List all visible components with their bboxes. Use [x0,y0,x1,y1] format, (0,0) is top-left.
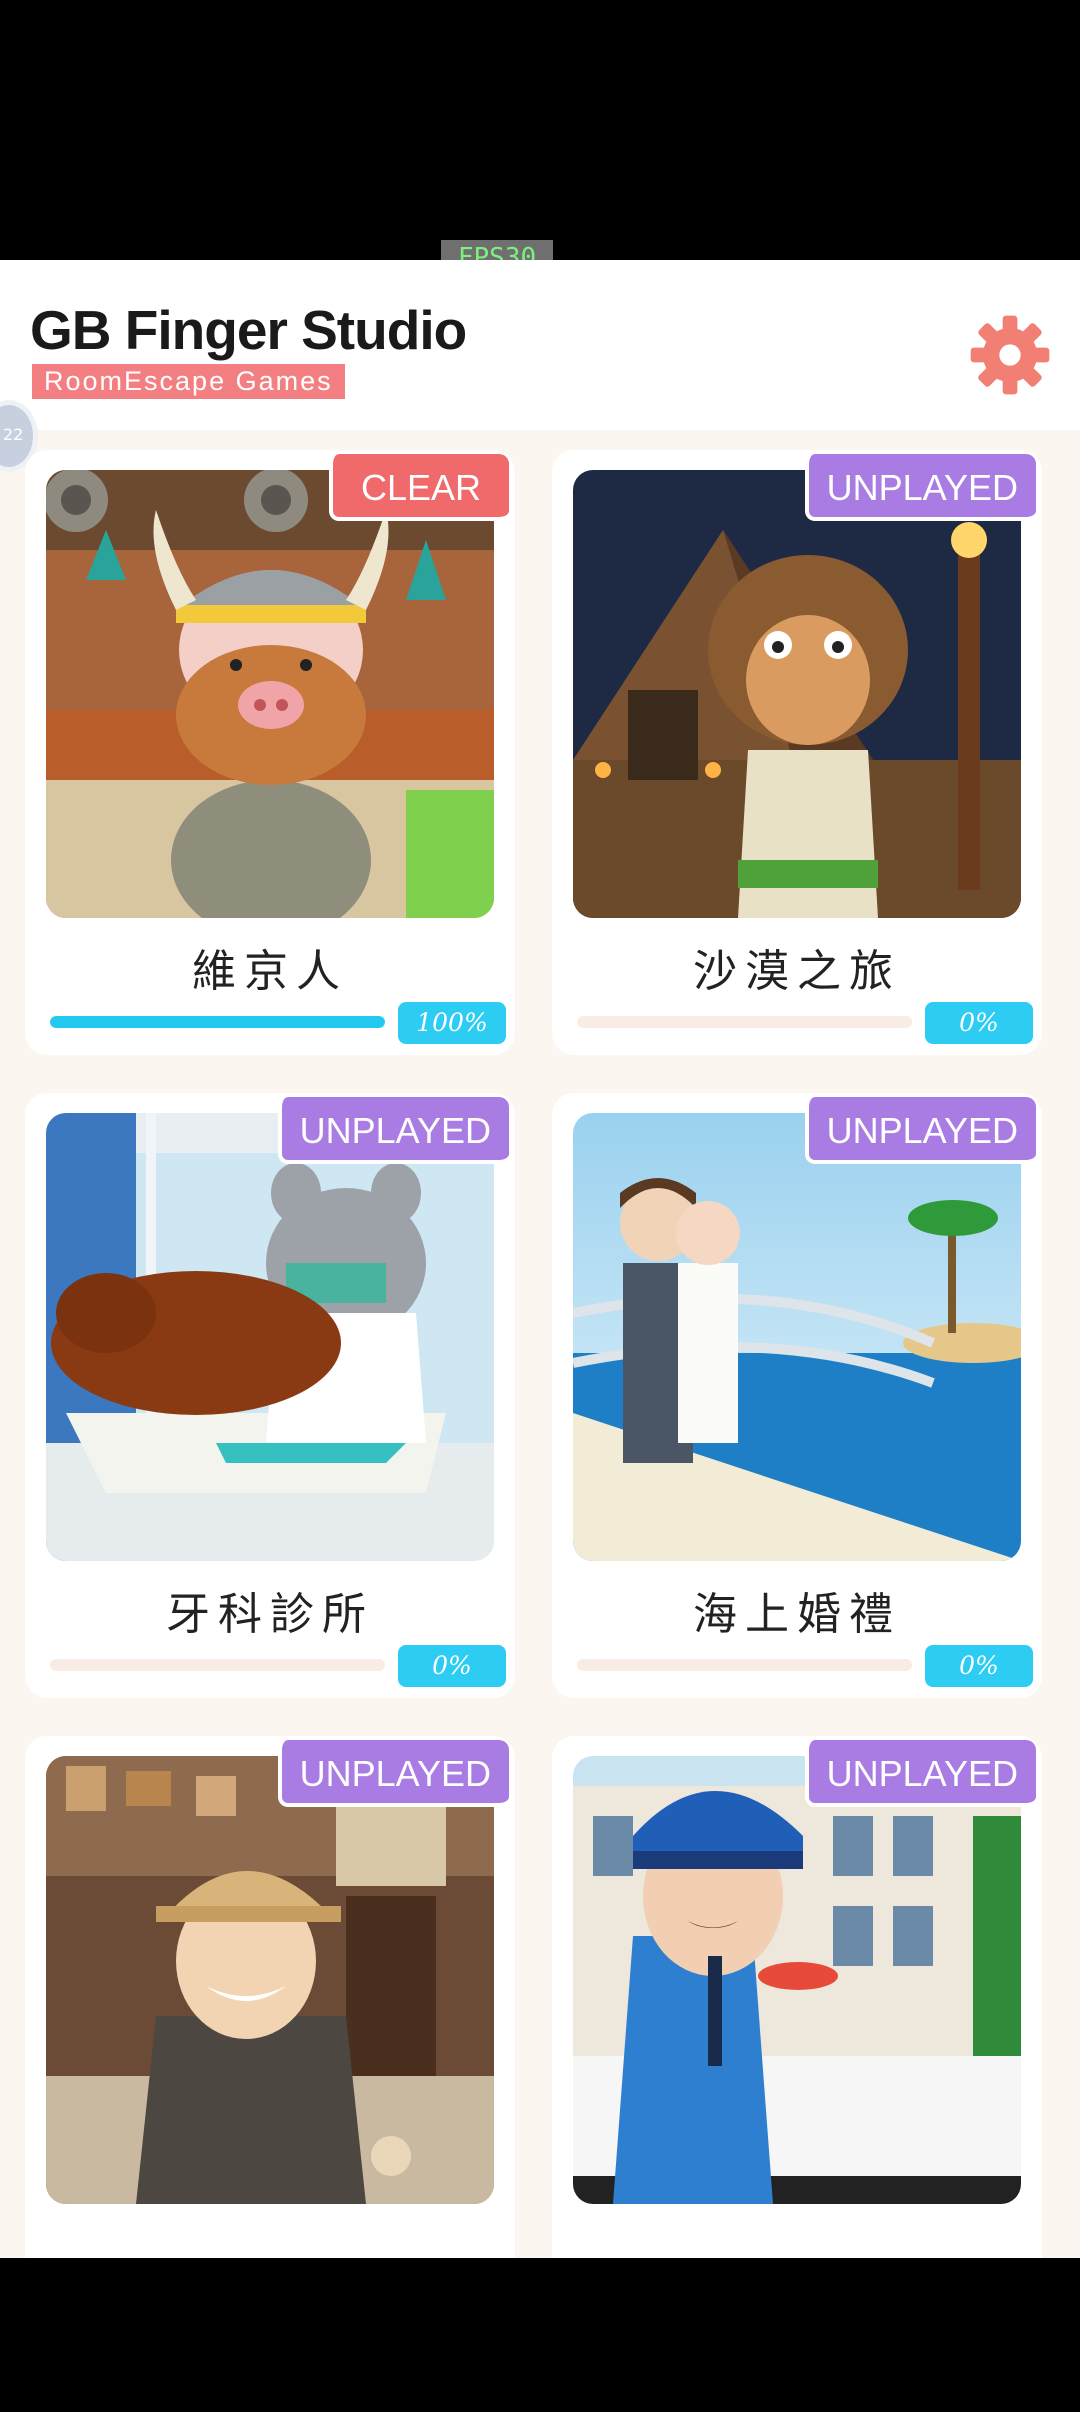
game-title: 海上婚禮 [693,1589,901,1640]
progress-percent: 0% [925,1002,1033,1044]
game-card-sea-wedding[interactable]: UNPLAYED 海上婚禮 0% [552,1093,1042,1698]
progress-fill [50,1016,385,1028]
game-thumbnail [46,1113,494,1561]
status-badge: CLEAR [329,454,509,521]
game-thumbnail [573,1113,1021,1561]
settings-button[interactable] [969,314,1051,396]
progress-bar [50,1659,385,1671]
studio-subtitle: RoomEscape Games [32,364,345,399]
game-title: 沙漠之旅 [693,946,901,997]
game-card-viking[interactable]: CLEAR 維京人 100% [25,450,515,1055]
game-thumbnail [46,1756,494,2204]
game-thumbnail [573,1756,1021,2204]
game-thumbnail [573,470,1021,918]
game-card-dental[interactable]: UNPLAYED 牙科診所 0% [25,1093,515,1698]
progress-percent: 0% [925,1645,1033,1687]
progress-bar [577,1016,912,1028]
status-badge: UNPLAYED [277,1740,509,1807]
status-badge: UNPLAYED [277,1097,509,1164]
status-badge: UNPLAYED [804,1740,1036,1807]
game-title: 維京人 [192,946,348,997]
game-card-detective[interactable]: UNPLAYED [25,1736,515,2258]
progress-percent: 0% [398,1645,506,1687]
progress-bar [577,1659,912,1671]
status-badge: UNPLAYED [804,1097,1036,1164]
game-card-desert[interactable]: UNPLAYED 沙漠之旅 0% [552,450,1042,1055]
gear-icon [970,315,1050,395]
status-badge: UNPLAYED [804,454,1036,521]
game-title: 牙科診所 [166,1589,374,1640]
game-card-police[interactable]: UNPLAYED [552,1736,1042,2258]
studio-title: GB Finger Studio [30,299,467,361]
app-header: GB Finger Studio RoomEscape Games [0,260,1080,430]
progress-bar [50,1016,385,1028]
game-thumbnail [46,470,494,918]
game-list-screen: GB Finger Studio RoomEscape Games 22 CLE… [0,260,1080,2258]
progress-percent: 100% [398,1002,506,1044]
status-bar [0,0,1080,260]
system-nav-bar [0,2258,1080,2412]
